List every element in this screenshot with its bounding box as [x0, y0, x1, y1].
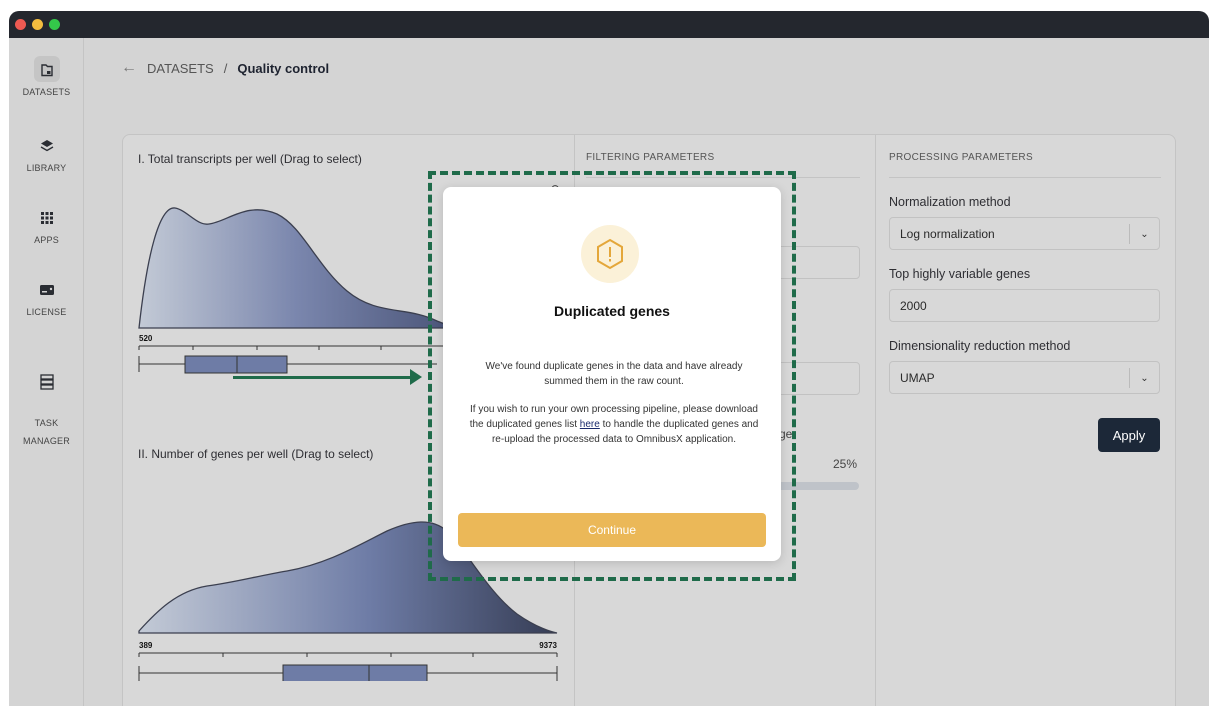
warning-icon-container [581, 225, 639, 283]
modal-body: We've found duplicate genes in the data … [469, 359, 759, 447]
sidebar-item-library[interactable]: LIBRARY [9, 139, 84, 176]
grid-icon [40, 212, 53, 224]
annotation-arrow-head [410, 369, 422, 385]
sidebar: DATASETS LIBRARY APPS LICENSE TASK MANAG… [9, 38, 84, 706]
chart1-ticks [138, 346, 382, 350]
chevron-down-icon: ⌄ [1129, 368, 1159, 388]
hvg-input[interactable]: 2000 [889, 289, 1160, 322]
chart2-max-label: 9373 [539, 641, 557, 650]
dimred-select[interactable]: UMAP ⌄ [889, 361, 1160, 394]
card-icon [39, 285, 54, 295]
normalization-label: Normalization method [889, 195, 1011, 209]
normalization-select[interactable]: Log normalization ⌄ [889, 217, 1160, 250]
download-here-link[interactable]: here [580, 419, 600, 430]
chart2-ticks [138, 653, 558, 657]
breadcrumb: ← DATASETS / Quality control [121, 59, 329, 77]
chart2-title: II. Number of genes per well (Drag to se… [138, 447, 374, 461]
dimred-value: UMAP [900, 370, 935, 385]
breadcrumb-separator: / [223, 60, 228, 76]
chart2-boxplot [138, 664, 558, 681]
sidebar-item-label: TASK MANAGER [23, 418, 70, 446]
filtering-heading: FILTERING PARAMETERS [586, 152, 715, 163]
apply-button[interactable]: Apply [1098, 418, 1160, 452]
sidebar-item-label: APPS [34, 235, 59, 245]
modal-paragraph-2: If you wish to run your own processing p… [469, 402, 759, 447]
sidebar-item-license[interactable]: LICENSE [9, 283, 84, 320]
column-divider [875, 135, 876, 706]
dimred-label: Dimensionality reduction method [889, 339, 1071, 353]
back-arrow-icon[interactable]: ← [121, 59, 137, 77]
filter-percent-value: 25% [833, 457, 858, 471]
annotation-arrow-line [233, 376, 413, 379]
warning-hexagon-icon [597, 238, 623, 270]
duplicated-genes-modal: Duplicated genes We've found duplicate g… [443, 187, 781, 561]
chart1-density-area [138, 207, 456, 329]
app-window: DATASETS LIBRARY APPS LICENSE TASK MANAG… [9, 11, 1209, 706]
sidebar-item-label: LIBRARY [26, 163, 67, 173]
chart1-min-label: 520 [139, 334, 153, 343]
maximize-window-button[interactable] [49, 19, 60, 30]
close-window-button[interactable] [15, 19, 26, 30]
sidebar-item-label: LICENSE [26, 307, 67, 317]
normalization-value: Log normalization [900, 226, 995, 241]
chevron-down-icon: ⌄ [1129, 224, 1159, 244]
hvg-label: Top highly variable genes [889, 267, 1031, 281]
sidebar-item-label: DATASETS [22, 87, 71, 97]
processing-heading-rule [889, 177, 1161, 178]
sidebar-item-datasets[interactable]: DATASETS [9, 63, 84, 100]
server-icon [39, 374, 54, 390]
chart1-title: I. Total transcripts per well (Drag to s… [138, 152, 362, 166]
sidebar-item-apps[interactable]: APPS [9, 211, 84, 248]
processing-heading: PROCESSING PARAMETERS [889, 152, 1033, 163]
sidebar-item-task-manager[interactable]: TASK MANAGER [9, 356, 84, 449]
minimize-window-button[interactable] [32, 19, 43, 30]
title-bar [9, 11, 1209, 38]
folder-icon [40, 64, 53, 77]
chart1-density-plot[interactable]: 520 [137, 196, 457, 376]
breadcrumb-current: Quality control [237, 60, 330, 76]
hvg-value: 2000 [900, 298, 927, 313]
modal-paragraph-1: We've found duplicate genes in the data … [485, 361, 743, 387]
modal-title: Duplicated genes [554, 303, 670, 319]
chart2-min-label: 389 [139, 641, 153, 650]
continue-button[interactable]: Continue [458, 513, 766, 547]
chart1-boxplot [138, 355, 437, 374]
breadcrumb-root[interactable]: DATASETS [147, 61, 214, 76]
layers-icon [40, 140, 53, 152]
